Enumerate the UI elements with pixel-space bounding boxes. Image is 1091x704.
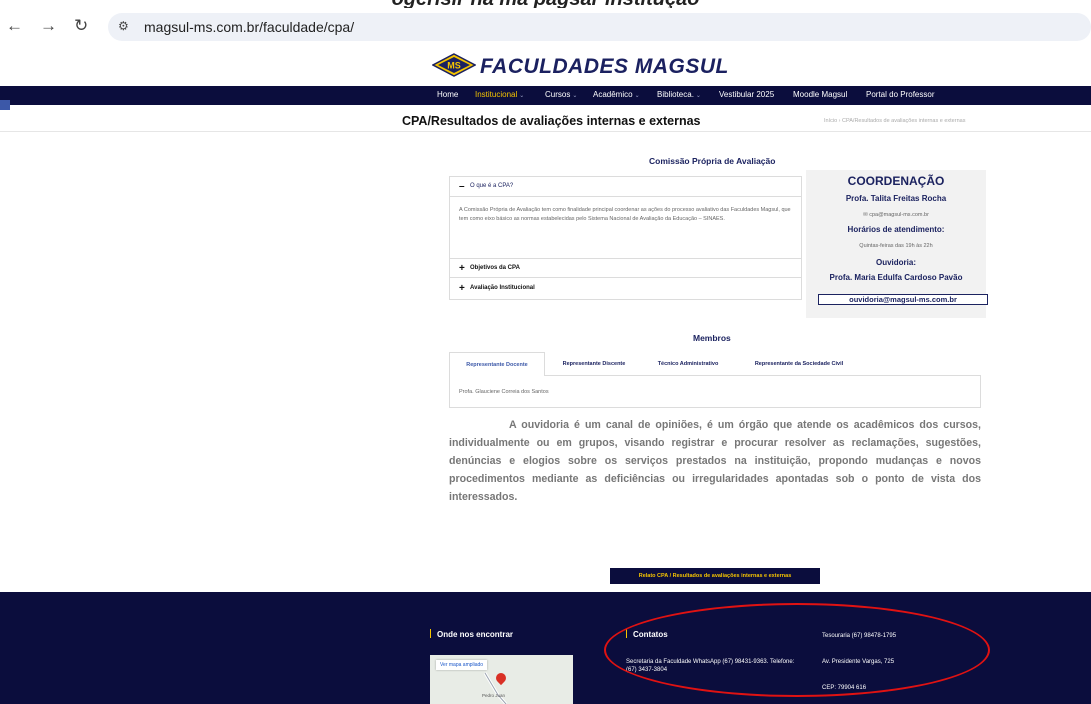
page-title: CPA/Resultados de avaliações internas e … bbox=[402, 114, 701, 128]
members-tabs: Representante Docente Representante Disc… bbox=[449, 352, 981, 408]
contacts-label: Contatos bbox=[633, 630, 668, 639]
location-map[interactable]: Ver mapa ampliado Pedro Juan bbox=[430, 655, 573, 704]
coordination-title: COORDENAÇÃO bbox=[847, 174, 945, 188]
chevron-down-icon: ⌄ bbox=[519, 93, 525, 99]
breadcrumb[interactable]: Início › CPA/Resultados de avaliações in… bbox=[824, 118, 965, 124]
nav-label: Cursos bbox=[545, 90, 571, 99]
tune-icon[interactable]: ⚙ bbox=[118, 19, 129, 33]
minus-icon: – bbox=[459, 181, 465, 192]
plus-icon: + bbox=[459, 283, 465, 294]
coordination-card: COORDENAÇÃO Profa. Talita Freitas Rocha … bbox=[806, 170, 988, 318]
ouvidoria-email-link[interactable]: ouvidoria@magsul-ms.com.br bbox=[818, 294, 988, 305]
nav-portal-professor[interactable]: Portal do Professor bbox=[866, 90, 934, 99]
heading-accent-bar bbox=[430, 629, 431, 638]
plus-icon: + bbox=[459, 263, 465, 274]
coordinator-email[interactable]: ✉ cpa@magsul-ms.com.br bbox=[806, 212, 986, 218]
coordinator-name: Profa. Talita Freitas Rocha bbox=[845, 194, 947, 203]
contacts-heading: Contatos bbox=[626, 629, 668, 639]
cpa-accordion: – O que é a CPA? A Comissão Própria de A… bbox=[449, 176, 802, 300]
map-place-label: Pedro Juan bbox=[482, 693, 506, 698]
nav-home[interactable]: Home bbox=[437, 90, 458, 99]
forward-arrow-icon[interactable]: → bbox=[40, 17, 57, 35]
tab-representante-discente[interactable]: Representante Discente bbox=[549, 352, 639, 376]
ouvidoria-description: A ouvidoria é um canal de opiniões, é um… bbox=[449, 419, 981, 503]
nav-label: Biblioteca. bbox=[657, 90, 694, 99]
site-logo-text[interactable]: FACULDADES MAGSUL bbox=[480, 55, 729, 79]
office-hours-title: Horários de atendimento: bbox=[847, 225, 945, 234]
nav-vestibular[interactable]: Vestibular 2025 bbox=[719, 90, 774, 99]
chevron-down-icon: ⌄ bbox=[695, 93, 701, 99]
address: Av. Presidente Vargas, 725 bbox=[822, 659, 895, 665]
nav-academico[interactable]: Acadêmico ⌄ bbox=[593, 90, 640, 99]
tesouraria-contact: Tesouraria (67) 98478-1795 bbox=[822, 633, 897, 639]
tab-sociedade-civil[interactable]: Representante da Sociedade Civil bbox=[743, 352, 855, 376]
cpa-heading: Comissão Própria de Avaliação bbox=[649, 156, 776, 166]
back-arrow-icon[interactable]: ← bbox=[6, 17, 23, 35]
secretaria-contact: Secretaria da Faculdade WhatsApp (67) 98… bbox=[626, 659, 795, 673]
address-bar[interactable]: ⚙ magsul-ms.com.br/faculdade/cpa/ bbox=[108, 13, 1091, 41]
nav-label: Acadêmico bbox=[593, 90, 633, 99]
accordion-label: Objetivos da CPA bbox=[470, 265, 520, 271]
magsul-emblem-icon[interactable]: MS bbox=[432, 53, 476, 77]
tab-representante-docente[interactable]: Representante Docente bbox=[449, 352, 545, 376]
chevron-down-icon: ⌄ bbox=[634, 93, 640, 99]
tab-panel: Profa. Glauciene Correia dos Santos bbox=[449, 375, 981, 408]
nav-biblioteca[interactable]: Biblioteca. ⌄ bbox=[657, 90, 701, 99]
emblem-letters: MS bbox=[447, 61, 461, 71]
postal-code: CEP: 79904 616 bbox=[822, 685, 867, 691]
tab-tecnico-administrativo[interactable]: Técnico Administrativo bbox=[645, 352, 731, 376]
site-footer: Onde nos encontrar Ver mapa ampliado Ped… bbox=[0, 592, 1091, 704]
nav-cursos[interactable]: Cursos ⌄ bbox=[545, 90, 577, 99]
ouvidoria-title: Ouvidoria: bbox=[875, 258, 916, 267]
accordion-label: O que é a CPA? bbox=[470, 183, 514, 189]
nav-moodle[interactable]: Moodle Magsul bbox=[793, 90, 847, 99]
reload-icon[interactable]: ↻ bbox=[74, 17, 88, 35]
members-heading: Membros bbox=[693, 333, 731, 343]
nav-label: Institucional bbox=[475, 90, 518, 99]
member-name: Profa. Glauciene Correia dos Santos bbox=[459, 389, 549, 395]
url-text[interactable]: magsul-ms.com.br/faculdade/cpa/ bbox=[144, 19, 354, 35]
find-us-label: Onde nos encontrar bbox=[437, 630, 514, 639]
main-navigation: Home Institucional ⌄ Cursos ⌄ Acadêmico ⌄ B… bbox=[0, 86, 1091, 105]
nav-institucional[interactable]: Institucional ⌄ bbox=[475, 90, 524, 99]
chevron-down-icon: ⌄ bbox=[572, 93, 578, 99]
find-us-heading: Onde nos encontrar bbox=[430, 629, 513, 639]
browser-toolbar: ← → ↻ ⚙ magsul-ms.com.br/faculdade/cpa/ bbox=[0, 8, 1091, 44]
accordion-label: Avaliação Institucional bbox=[470, 285, 535, 291]
cpa-report-button[interactable]: Relato CPA / Resultados de avaliações in… bbox=[610, 568, 820, 584]
accordion-item-what-is-cpa[interactable]: – O que é a CPA? bbox=[450, 177, 801, 197]
ouvidoria-name: Profa. Maria Edulfa Cardoso Pavão bbox=[829, 273, 963, 282]
logo-band: MS FACULDADES MAGSUL bbox=[0, 44, 1091, 88]
accordion-item-objetivos[interactable]: + Objetivos da CPA bbox=[450, 258, 801, 278]
accordion-item-avaliacao[interactable]: + Avaliação Institucional bbox=[450, 279, 801, 299]
office-hours: Quintas-feiras das 19h às 22h bbox=[859, 243, 933, 249]
page-title-bar: CPA/Resultados de avaliações internas e … bbox=[0, 110, 1091, 132]
accordion-body: A Comissão Própria de Avaliação tem como… bbox=[459, 207, 791, 222]
heading-accent-bar bbox=[626, 629, 627, 638]
